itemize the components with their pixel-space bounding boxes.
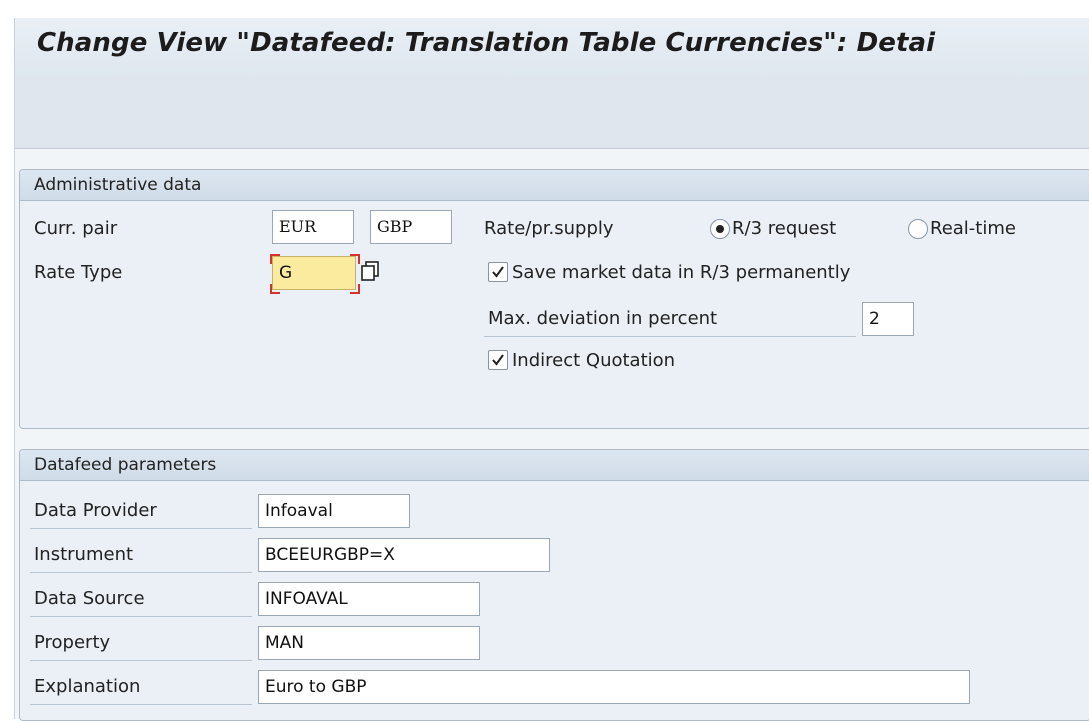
label-underline	[30, 704, 252, 705]
radio-r3-request-label[interactable]: R/3 request	[732, 218, 836, 239]
data-source-input[interactable]: INFOAVAL	[258, 582, 480, 616]
save-market-data-label: Save market data in R/3 permanently	[512, 262, 851, 283]
focus-corner-bl	[270, 284, 280, 294]
radio-real-time-label[interactable]: Real-time	[930, 218, 1016, 239]
page-title: Change View "Datafeed: Translation Table…	[37, 28, 936, 58]
label-underline	[30, 572, 252, 573]
value-help-icon[interactable]	[360, 260, 384, 286]
rate-type-input[interactable]: G	[272, 256, 356, 290]
instrument-label: Instrument	[34, 544, 134, 565]
curr-pair-to-input[interactable]: GBP	[370, 210, 452, 244]
radio-selected-dot	[716, 225, 724, 233]
label-underline	[30, 616, 252, 617]
label-underline	[30, 528, 252, 529]
property-label: Property	[34, 632, 111, 653]
focus-corner-tr	[350, 254, 360, 264]
rate-supply-label: Rate/pr.supply	[484, 218, 614, 239]
explanation-input[interactable]: Euro to GBP	[258, 670, 970, 704]
focus-corner-br	[350, 284, 360, 294]
save-market-data-checkbox[interactable]	[488, 262, 508, 282]
radio-r3-request[interactable]	[710, 219, 730, 239]
indirect-quotation-label: Indirect Quotation	[512, 350, 676, 371]
curr-pair-from-input[interactable]: EUR	[272, 210, 354, 244]
data-provider-label: Data Provider	[34, 500, 157, 521]
rate-type-label: Rate Type	[34, 262, 123, 283]
indirect-quotation-checkbox[interactable]	[488, 350, 508, 370]
radio-real-time[interactable]	[908, 219, 928, 239]
application-toolbar	[15, 76, 1089, 149]
data-provider-input[interactable]: Infoaval	[258, 494, 410, 528]
checkmark-icon	[492, 266, 504, 278]
group-header-administrative: Administrative data	[20, 170, 1089, 201]
focus-corner-tl	[270, 254, 280, 264]
title-bar: Change View "Datafeed: Translation Table…	[15, 18, 1089, 77]
curr-pair-label: Curr. pair	[34, 218, 118, 239]
datafeed-parameters-group: Datafeed parameters Data Provider Infoav…	[19, 449, 1089, 721]
administrative-data-group: Administrative data Curr. pair EUR GBP R…	[19, 169, 1089, 429]
main-content: Administrative data Curr. pair EUR GBP R…	[15, 149, 1089, 721]
property-input[interactable]: MAN	[258, 626, 480, 660]
max-deviation-input[interactable]: 2	[862, 302, 914, 336]
checkmark-icon	[492, 354, 504, 366]
explanation-label: Explanation	[34, 676, 141, 697]
label-underline	[30, 660, 252, 661]
group-header-datafeed: Datafeed parameters	[20, 450, 1089, 481]
sap-window: Change View "Datafeed: Translation Table…	[14, 18, 1089, 721]
data-source-label: Data Source	[34, 588, 145, 609]
instrument-input[interactable]: BCEEURGBP=X	[258, 538, 550, 572]
max-deviation-label: Max. deviation in percent	[488, 308, 718, 329]
label-underline	[484, 336, 856, 337]
